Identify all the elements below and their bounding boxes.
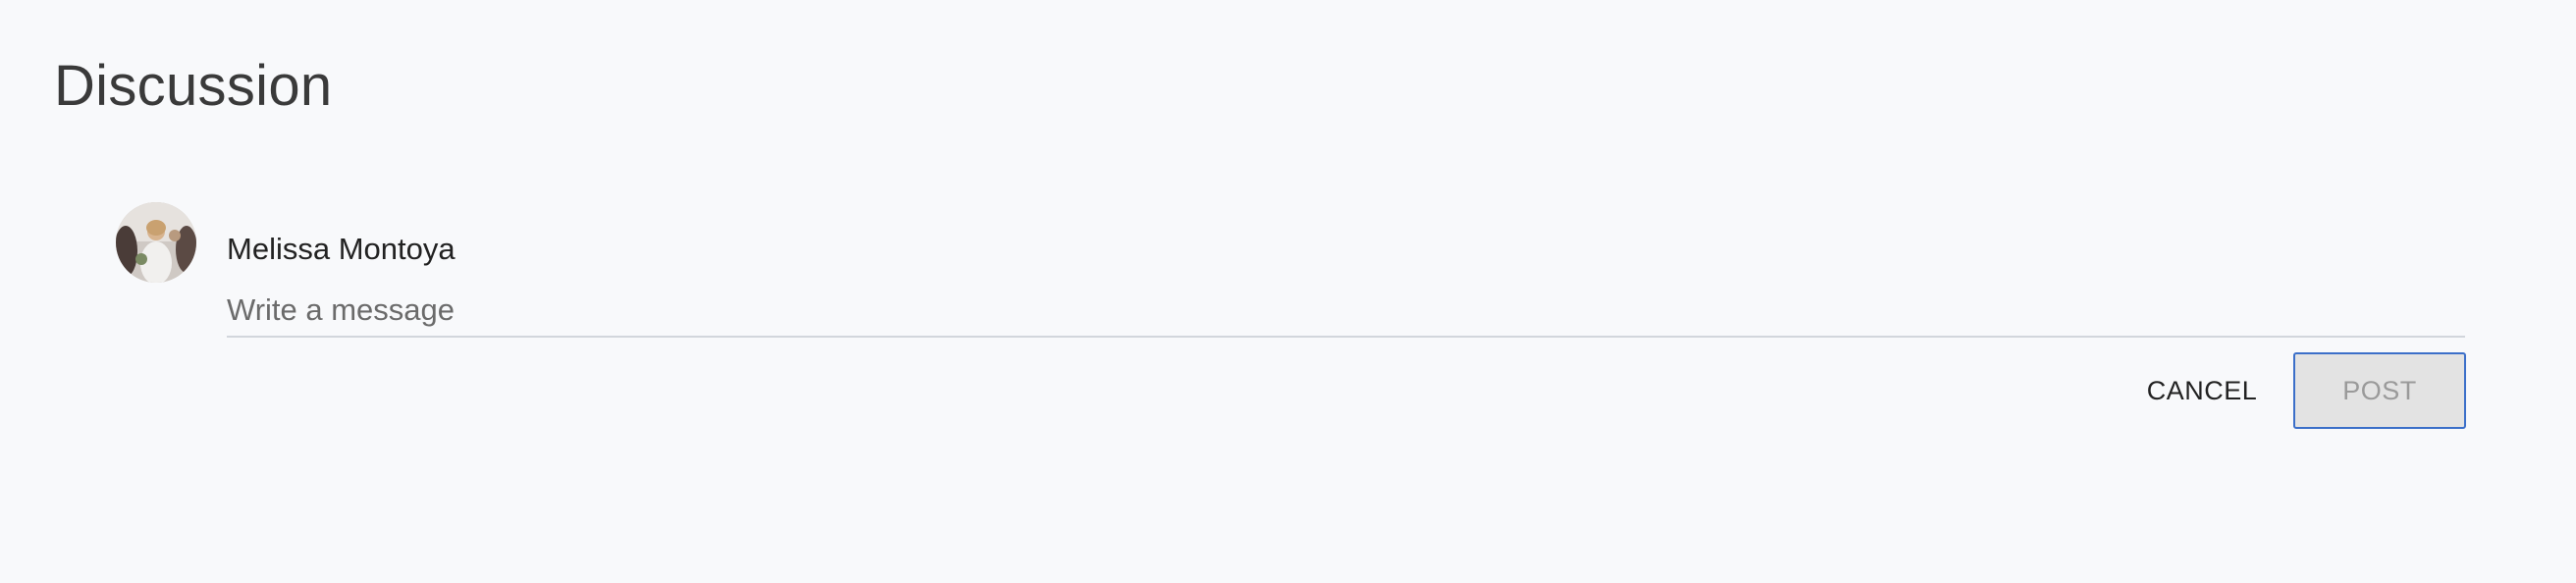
post-button[interactable]: POST bbox=[2293, 352, 2466, 429]
author-name: Melissa Montoya bbox=[227, 232, 456, 266]
cancel-button[interactable]: CANCEL bbox=[2138, 353, 2266, 428]
page-title: Discussion bbox=[54, 54, 333, 118]
comment-composer: Melissa Montoya CANCEL POST bbox=[116, 202, 2468, 438]
avatar bbox=[116, 202, 196, 283]
avatar-photo bbox=[116, 202, 196, 283]
message-input[interactable] bbox=[227, 285, 2465, 338]
